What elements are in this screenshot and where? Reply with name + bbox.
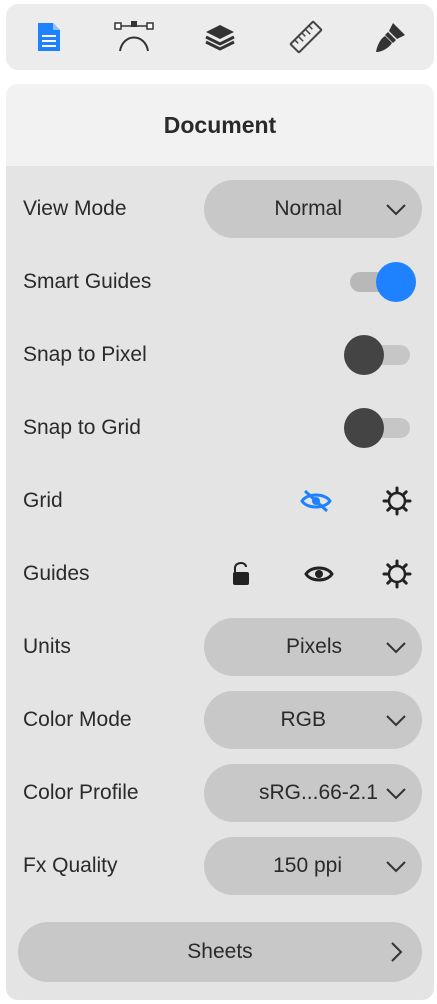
snap-to-grid-label: Snap to Grid bbox=[23, 415, 141, 439]
guides-lock-button[interactable] bbox=[222, 555, 260, 593]
color-profile-label: Color Profile bbox=[23, 780, 139, 804]
sheets-button[interactable]: Sheets bbox=[18, 922, 422, 982]
view-mode-select[interactable]: Normal bbox=[204, 179, 422, 238]
chevron-down-icon bbox=[386, 203, 406, 215]
grid-label: Grid bbox=[23, 488, 63, 512]
gear-icon bbox=[382, 559, 412, 588]
fx-quality-value: 150 ppi bbox=[273, 853, 342, 877]
grid-row: Grid bbox=[6, 464, 434, 537]
units-label: Units bbox=[23, 634, 71, 658]
chevron-right-icon bbox=[391, 942, 403, 962]
units-row: Units Pixels bbox=[6, 610, 434, 683]
layers-tool-button[interactable] bbox=[192, 9, 248, 65]
guides-visibility-button[interactable] bbox=[300, 555, 338, 593]
guides-label: Guides bbox=[23, 561, 90, 585]
pen-tool-button[interactable] bbox=[106, 9, 162, 65]
color-mode-label: Color Mode bbox=[23, 707, 132, 731]
units-select[interactable]: Pixels bbox=[204, 617, 422, 676]
guides-row: Guides bbox=[6, 537, 434, 610]
eye-hidden-icon bbox=[300, 489, 332, 512]
toggle-knob bbox=[344, 334, 384, 375]
document-panel: Document View Mode Normal Smart Guides S… bbox=[6, 84, 434, 1000]
gear-icon bbox=[382, 486, 412, 515]
grid-settings-button[interactable] bbox=[378, 482, 416, 520]
bezier-pen-icon bbox=[114, 21, 155, 52]
toggle-knob bbox=[376, 261, 416, 302]
layers-icon bbox=[205, 25, 235, 51]
fx-quality-row: Fx Quality 150 ppi bbox=[6, 829, 434, 902]
chevron-down-icon bbox=[386, 641, 406, 653]
top-toolbar bbox=[6, 4, 434, 70]
chevron-down-icon bbox=[386, 787, 406, 799]
chevron-down-icon bbox=[386, 714, 406, 726]
fx-quality-label: Fx Quality bbox=[23, 853, 118, 877]
units-value: Pixels bbox=[285, 634, 342, 658]
guides-settings-button[interactable] bbox=[378, 555, 416, 593]
smart-guides-label: Smart Guides bbox=[23, 269, 152, 293]
smart-guides-toggle[interactable] bbox=[344, 261, 416, 302]
document-icon bbox=[37, 23, 60, 51]
snap-to-grid-row: Snap to Grid bbox=[6, 391, 434, 464]
view-mode-row: View Mode Normal bbox=[6, 172, 434, 245]
color-profile-select[interactable]: sRG...66-2.1 bbox=[204, 763, 422, 822]
eye-icon bbox=[304, 566, 334, 581]
view-mode-value: Normal bbox=[274, 196, 342, 220]
panel-title: Document bbox=[6, 84, 434, 166]
ruler-icon bbox=[289, 20, 322, 54]
color-mode-select[interactable]: RGB bbox=[204, 690, 422, 749]
brush-icon bbox=[376, 23, 406, 52]
smart-guides-row: Smart Guides bbox=[6, 245, 434, 318]
ruler-tool-button[interactable] bbox=[278, 9, 334, 65]
brush-tool-button[interactable] bbox=[363, 9, 419, 65]
color-mode-value: RGB bbox=[280, 707, 326, 731]
color-mode-row: Color Mode RGB bbox=[6, 683, 434, 756]
snap-to-pixel-toggle[interactable] bbox=[344, 334, 416, 375]
grid-visibility-button[interactable] bbox=[297, 482, 335, 520]
view-mode-label: View Mode bbox=[23, 196, 127, 220]
snap-to-pixel-row: Snap to Pixel bbox=[6, 318, 434, 391]
sheets-label: Sheets bbox=[187, 940, 253, 963]
color-profile-row: Color Profile sRG...66-2.1 bbox=[6, 756, 434, 829]
fx-quality-select[interactable]: 150 ppi bbox=[204, 836, 422, 895]
toggle-knob bbox=[344, 407, 384, 448]
color-profile-value: sRG...66-2.1 bbox=[258, 780, 378, 804]
snap-to-pixel-label: Snap to Pixel bbox=[23, 342, 147, 366]
lock-icon bbox=[233, 561, 249, 585]
document-tool-button[interactable] bbox=[21, 9, 77, 65]
chevron-down-icon bbox=[386, 860, 406, 872]
snap-to-grid-toggle[interactable] bbox=[344, 407, 416, 448]
